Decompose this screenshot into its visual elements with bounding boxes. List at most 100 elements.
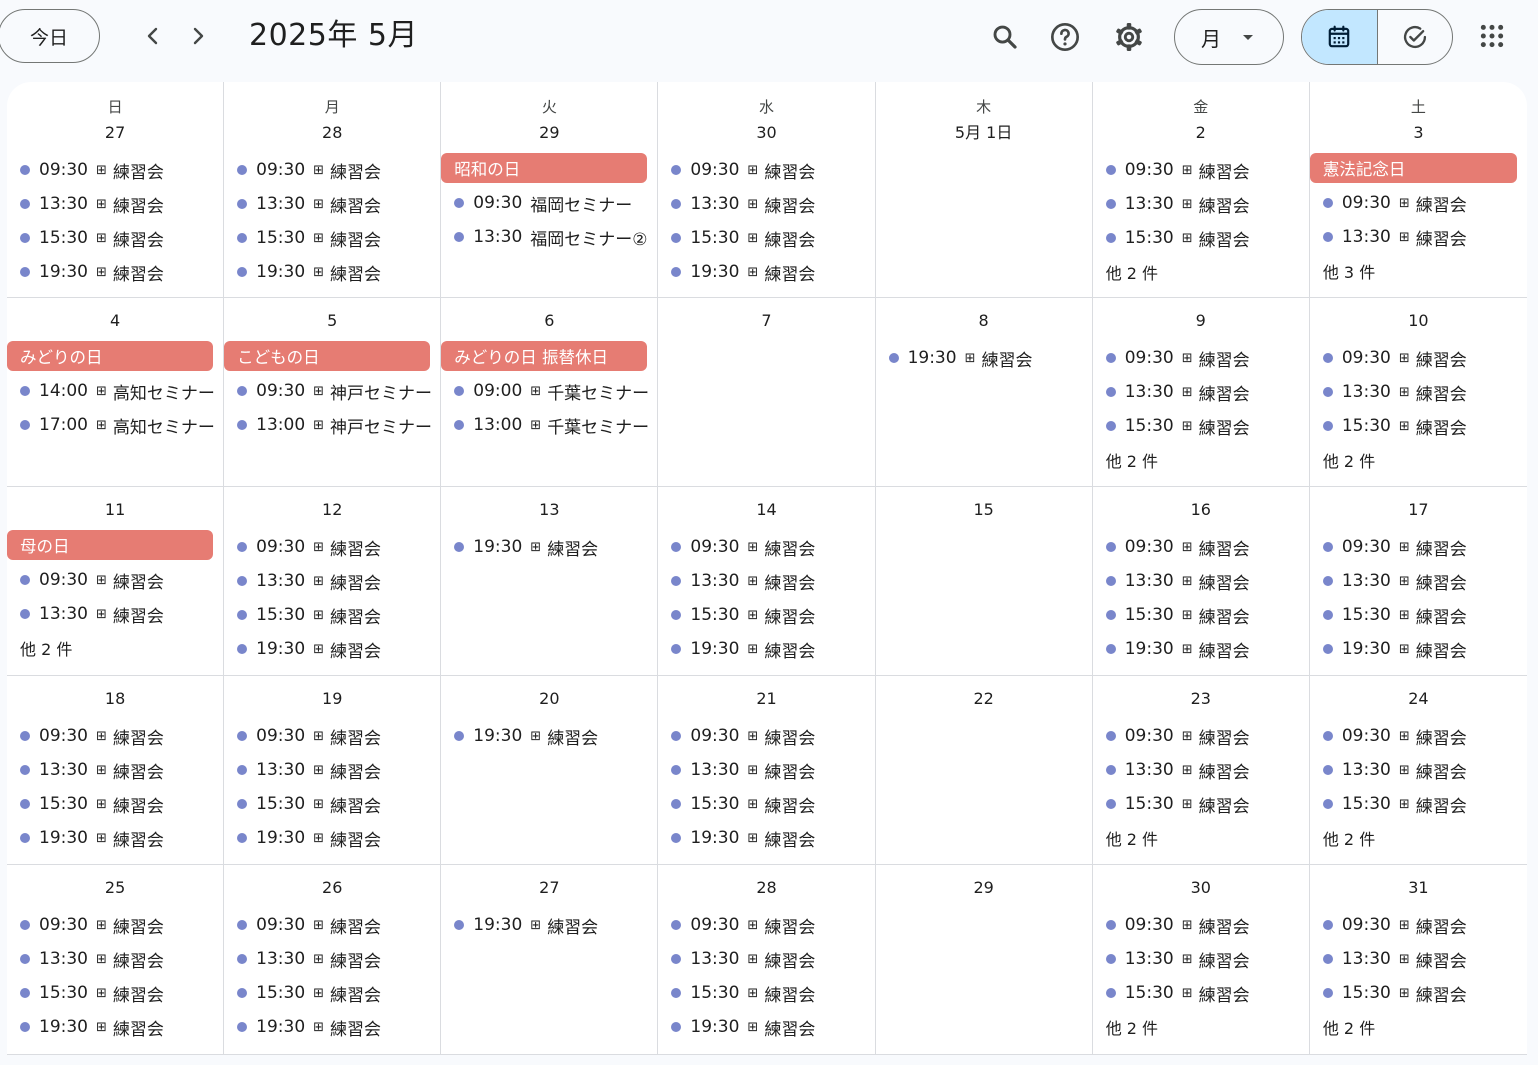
event-chip[interactable]: 13:30 ⊞ 練習会 [1310, 564, 1527, 598]
holiday-event-chip[interactable]: 母の日 [7, 530, 214, 560]
event-chip[interactable]: 13:30 福岡セミナー② [441, 220, 657, 254]
day-cell[interactable]: 木 5月 1日 [875, 82, 1093, 298]
holiday-event-chip[interactable]: みどりの日 振替休日 [441, 341, 648, 371]
event-chip[interactable]: 15:30 ⊞ 練習会 [658, 976, 874, 1010]
more-events-link[interactable]: 他 2 件 [1093, 821, 1309, 855]
day-number[interactable]: 28 [658, 877, 874, 899]
more-events-link[interactable]: 他 2 件 [1310, 1010, 1527, 1044]
event-chip[interactable]: 15:30 ⊞ 練習会 [1093, 598, 1309, 632]
day-number[interactable]: 31 [1310, 877, 1527, 899]
holiday-event-chip[interactable]: 昭和の日 [441, 153, 648, 183]
day-cell[interactable]: 15 [875, 487, 1093, 676]
event-chip[interactable]: 15:30 ⊞ 練習会 [7, 787, 223, 821]
day-cell[interactable]: 20 19:30 ⊞ 練習会 [441, 676, 659, 865]
day-number[interactable]: 22 [876, 688, 1092, 710]
event-chip[interactable]: 13:30 ⊞ 練習会 [7, 753, 223, 787]
day-number[interactable]: 9 [1093, 310, 1309, 332]
event-chip[interactable]: 13:30 ⊞ 練習会 [658, 564, 874, 598]
tasks-view-button[interactable] [1378, 10, 1453, 64]
day-cell[interactable]: 23 09:30 ⊞ 練習会 13:30 ⊞ 練習会 15:30 ⊞ 練習会他 2 件 [1092, 676, 1310, 865]
event-chip[interactable]: 19:30 ⊞ 練習会 [224, 255, 440, 289]
event-chip[interactable]: 13:30 ⊞ 練習会 [224, 942, 440, 976]
more-events-link[interactable]: 他 2 件 [7, 631, 223, 665]
day-number[interactable]: 24 [1310, 688, 1527, 710]
event-chip[interactable]: 17:00 ⊞ 高知セミナー [7, 408, 223, 442]
event-chip[interactable]: 13:30 ⊞ 練習会 [1310, 375, 1527, 409]
day-number[interactable]: 2 [1093, 122, 1309, 144]
event-chip[interactable]: 09:30 ⊞ 練習会 [7, 908, 223, 942]
event-chip[interactable]: 09:30 ⊞ 練習会 [658, 530, 874, 564]
day-number[interactable]: 27 [7, 122, 223, 144]
event-chip[interactable]: 19:30 ⊞ 練習会 [7, 1010, 223, 1044]
day-cell[interactable]: 4 みどりの日 14:00 ⊞ 高知セミナー 17:00 ⊞ 高知セミナー [7, 298, 225, 487]
day-number[interactable]: 13 [441, 499, 657, 521]
day-number[interactable]: 5月 1日 [876, 122, 1092, 144]
event-chip[interactable]: 15:30 ⊞ 練習会 [224, 221, 440, 255]
event-chip[interactable]: 13:30 ⊞ 練習会 [224, 753, 440, 787]
day-cell[interactable]: 28 09:30 ⊞ 練習会 13:30 ⊞ 練習会 15:30 ⊞ 練習会 19:30 ⊞ 練習会 [658, 865, 876, 1054]
day-cell[interactable]: 18 09:30 ⊞ 練習会 13:30 ⊞ 練習会 15:30 ⊞ 練習会 19:30 ⊞ 練習会 [7, 676, 225, 865]
day-cell[interactable]: 19 09:30 ⊞ 練習会 13:30 ⊞ 練習会 15:30 ⊞ 練習会 19:30 ⊞ 練習会 [224, 676, 442, 865]
event-chip[interactable]: 09:30 ⊞ 練習会 [658, 153, 874, 187]
day-number[interactable]: 29 [876, 877, 1092, 899]
event-chip[interactable]: 19:30 ⊞ 練習会 [441, 908, 657, 942]
event-chip[interactable]: 09:30 ⊞ 練習会 [7, 719, 223, 753]
event-chip[interactable]: 19:30 ⊞ 練習会 [7, 821, 223, 855]
event-chip[interactable]: 19:30 ⊞ 練習会 [224, 632, 440, 666]
day-number[interactable]: 18 [7, 688, 223, 710]
day-cell[interactable]: 21 09:30 ⊞ 練習会 13:30 ⊞ 練習会 15:30 ⊞ 練習会 19:30 ⊞ 練習会 [658, 676, 876, 865]
day-cell[interactable]: 9 09:30 ⊞ 練習会 13:30 ⊞ 練習会 15:30 ⊞ 練習会他 2 件 [1092, 298, 1310, 487]
day-number[interactable]: 17 [1310, 499, 1527, 521]
day-cell[interactable]: 7 [658, 298, 876, 487]
day-cell[interactable]: 14 09:30 ⊞ 練習会 13:30 ⊞ 練習会 15:30 ⊞ 練習会 19:30 ⊞ 練習会 [658, 487, 876, 676]
day-cell[interactable]: 11 母の日 09:30 ⊞ 練習会 13:30 ⊞ 練習会他 2 件 [7, 487, 225, 676]
event-chip[interactable]: 15:30 ⊞ 練習会 [1093, 787, 1309, 821]
event-chip[interactable]: 15:30 ⊞ 練習会 [1310, 976, 1527, 1010]
event-chip[interactable]: 13:30 ⊞ 練習会 [1093, 187, 1309, 221]
day-cell[interactable]: 13 19:30 ⊞ 練習会 [441, 487, 659, 676]
day-cell[interactable]: 8 19:30 ⊞ 練習会 [875, 298, 1093, 487]
day-cell[interactable]: 12 09:30 ⊞ 練習会 13:30 ⊞ 練習会 15:30 ⊞ 練習会 19:30 ⊞ 練習会 [224, 487, 442, 676]
day-number[interactable]: 3 [1310, 122, 1527, 144]
day-number[interactable]: 10 [1310, 310, 1527, 332]
more-events-link[interactable]: 他 2 件 [1093, 1010, 1309, 1044]
day-cell[interactable]: 土 3 憲法記念日 09:30 ⊞ 練習会 13:30 ⊞ 練習会他 3 件 [1309, 82, 1527, 298]
event-chip[interactable]: 09:30 ⊞ 練習会 [224, 719, 440, 753]
event-chip[interactable]: 19:30 ⊞ 練習会 [658, 255, 874, 289]
calendar-view-button[interactable] [1302, 10, 1378, 64]
event-chip[interactable]: 13:30 ⊞ 練習会 [1093, 942, 1309, 976]
event-chip[interactable]: 15:30 ⊞ 練習会 [658, 787, 874, 821]
event-chip[interactable]: 13:30 ⊞ 練習会 [1093, 564, 1309, 598]
day-number[interactable]: 19 [224, 688, 440, 710]
event-chip[interactable]: 15:30 ⊞ 練習会 [224, 787, 440, 821]
event-chip[interactable]: 09:30 ⊞ 練習会 [1310, 341, 1527, 375]
search-button[interactable] [982, 14, 1028, 60]
day-cell[interactable]: 10 09:30 ⊞ 練習会 13:30 ⊞ 練習会 15:30 ⊞ 練習会他 2 件 [1309, 298, 1527, 487]
day-number[interactable]: 6 [441, 310, 657, 332]
day-cell[interactable]: 25 09:30 ⊞ 練習会 13:30 ⊞ 練習会 15:30 ⊞ 練習会 19:30 ⊞ 練習会 [7, 865, 225, 1054]
event-chip[interactable]: 09:30 ⊞ 練習会 [658, 719, 874, 753]
event-chip[interactable]: 09:30 ⊞ 練習会 [1093, 341, 1309, 375]
next-month-button[interactable] [176, 14, 220, 58]
event-chip[interactable]: 14:00 ⊞ 高知セミナー [7, 374, 223, 408]
event-chip[interactable]: 09:30 ⊞ 練習会 [658, 908, 874, 942]
day-cell[interactable]: 水 30 09:30 ⊞ 練習会 13:30 ⊞ 練習会 15:30 ⊞ 練習会 19:30 ⊞ 練習会 [658, 82, 876, 298]
help-button[interactable] [1042, 14, 1088, 60]
event-chip[interactable]: 09:30 ⊞ 練習会 [1093, 908, 1309, 942]
event-chip[interactable]: 09:30 ⊞ 練習会 [1310, 186, 1527, 220]
event-chip[interactable]: 19:30 ⊞ 練習会 [1310, 632, 1527, 666]
day-cell[interactable]: 金 2 09:30 ⊞ 練習会 13:30 ⊞ 練習会 15:30 ⊞ 練習会他 2 件 [1092, 82, 1310, 298]
event-chip[interactable]: 19:30 ⊞ 練習会 [658, 821, 874, 855]
day-number[interactable]: 23 [1093, 688, 1309, 710]
more-events-link[interactable]: 他 2 件 [1310, 821, 1527, 855]
event-chip[interactable]: 13:30 ⊞ 練習会 [1310, 220, 1527, 254]
event-chip[interactable]: 13:30 ⊞ 練習会 [7, 597, 223, 631]
settings-button[interactable] [1106, 14, 1152, 60]
event-chip[interactable]: 09:30 ⊞ 練習会 [7, 563, 223, 597]
day-number[interactable]: 20 [441, 688, 657, 710]
day-cell[interactable]: 29 [876, 865, 1093, 1054]
day-cell[interactable]: 6 みどりの日 振替休日 09:00 ⊞ 千葉セミナー 13:00 ⊞ 千葉セミナー [441, 298, 659, 487]
day-cell[interactable]: 31 09:30 ⊞ 練習会 13:30 ⊞ 練習会 15:30 ⊞ 練習会他 2 件 [1310, 865, 1527, 1054]
day-cell[interactable]: 30 09:30 ⊞ 練習会 13:30 ⊞ 練習会 15:30 ⊞ 練習会他 2 件 [1093, 865, 1310, 1054]
day-number[interactable]: 26 [224, 877, 440, 899]
